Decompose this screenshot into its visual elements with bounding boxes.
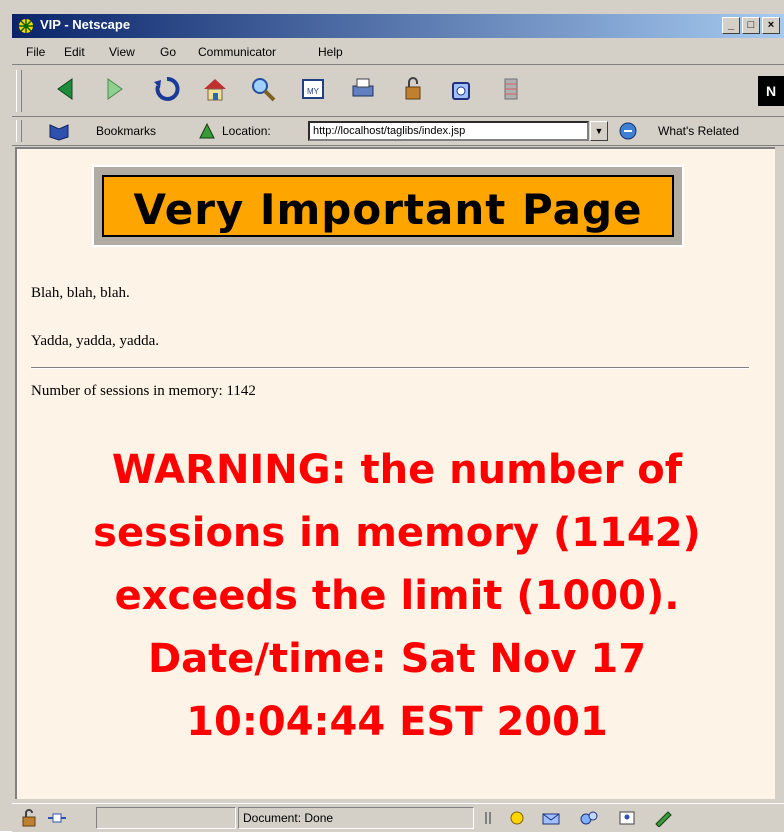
page-content: Very Important Page Blah, blah, blah. Ya… (15, 147, 775, 799)
reload-icon[interactable] (152, 74, 182, 104)
menu-file[interactable]: File (26, 45, 45, 59)
stop-icon[interactable] (496, 74, 526, 104)
location-url-input[interactable]: http://localhost/taglibs/index.jsp (308, 121, 589, 141)
whats-related-button[interactable]: What's Related (658, 124, 739, 138)
page-proxy-icon[interactable] (198, 122, 216, 140)
warning-line-3: exceeds the limit (1000). (114, 573, 680, 619)
forward-icon[interactable] (100, 74, 130, 104)
menu-bar: File Edit View Go Communicator Help (12, 40, 784, 65)
maximize-button[interactable]: □ (742, 17, 760, 34)
newsgroups-icon[interactable] (578, 809, 600, 827)
shop-icon[interactable] (446, 74, 476, 104)
navigation-toolbar: MY N (12, 66, 784, 117)
location-grip[interactable] (16, 120, 22, 142)
window-title: VIP - Netscape (40, 17, 131, 32)
menu-help[interactable]: Help (318, 45, 343, 59)
browser-window: VIP - Netscape _ □ × File Edit View Go C… (0, 0, 784, 832)
search-icon[interactable] (248, 74, 278, 104)
menu-view[interactable]: View (109, 45, 135, 59)
lock-status-icon[interactable] (18, 809, 40, 827)
horizontal-rule (31, 367, 749, 369)
svg-text:MY: MY (307, 87, 320, 96)
security-icon[interactable] (398, 74, 428, 104)
warning-message: WARNING: the number of sessions in memor… (17, 439, 775, 754)
warning-line-5: 10:04:44 EST 2001 (186, 699, 608, 745)
menu-go[interactable]: Go (160, 45, 176, 59)
print-icon[interactable] (348, 74, 378, 104)
menu-communicator[interactable]: Communicator (198, 45, 276, 59)
address-book-icon[interactable] (616, 809, 638, 827)
page-title: Very Important Page (133, 185, 643, 234)
whats-related-icon[interactable] (617, 121, 639, 141)
vip-banner-inner: Very Important Page (102, 175, 674, 237)
paragraph-1: Blah, blah, blah. (31, 285, 130, 301)
minimize-button[interactable]: _ (722, 17, 740, 34)
warning-line-4: Date/time: Sat Nov 17 (147, 636, 647, 682)
warning-line-1: WARNING: the number of (111, 447, 683, 493)
bookmarks-icon[interactable] (48, 121, 70, 141)
back-icon[interactable] (50, 74, 80, 104)
connection-status-icon[interactable] (46, 809, 68, 827)
close-button[interactable]: × (762, 17, 780, 34)
title-bar: VIP - Netscape _ □ × (12, 14, 784, 38)
composer-icon[interactable] (652, 809, 674, 827)
location-label: Location: (222, 124, 271, 138)
location-toolbar: Bookmarks Location: http://localhost/tag… (12, 117, 784, 146)
netscape-logo[interactable]: N (758, 76, 784, 106)
menu-edit[interactable]: Edit (64, 45, 85, 59)
component-bar-grip-icon[interactable] (482, 809, 504, 827)
vip-banner: Very Important Page (92, 165, 684, 247)
paragraph-2: Yadda, yadda, yadda. (31, 333, 160, 349)
netscape-app-icon (19, 19, 33, 33)
bookmarks-button[interactable]: Bookmarks (96, 124, 156, 138)
navigator-icon[interactable] (506, 809, 528, 827)
status-bar: Document: Done (12, 803, 784, 832)
status-text-panel: Document: Done (238, 807, 474, 829)
status-text: Document: Done (243, 811, 334, 825)
mail-icon[interactable] (540, 809, 562, 827)
warning-line-2: sessions in memory (1142) (93, 510, 701, 556)
session-count-text: Number of sessions in memory: 1142 (31, 383, 256, 399)
toolbar-grip[interactable] (16, 70, 22, 112)
location-dropdown-button[interactable]: ▼ (590, 121, 608, 141)
progress-panel (96, 807, 236, 829)
home-icon[interactable] (200, 74, 230, 104)
my-netscape-icon[interactable]: MY (298, 74, 328, 104)
